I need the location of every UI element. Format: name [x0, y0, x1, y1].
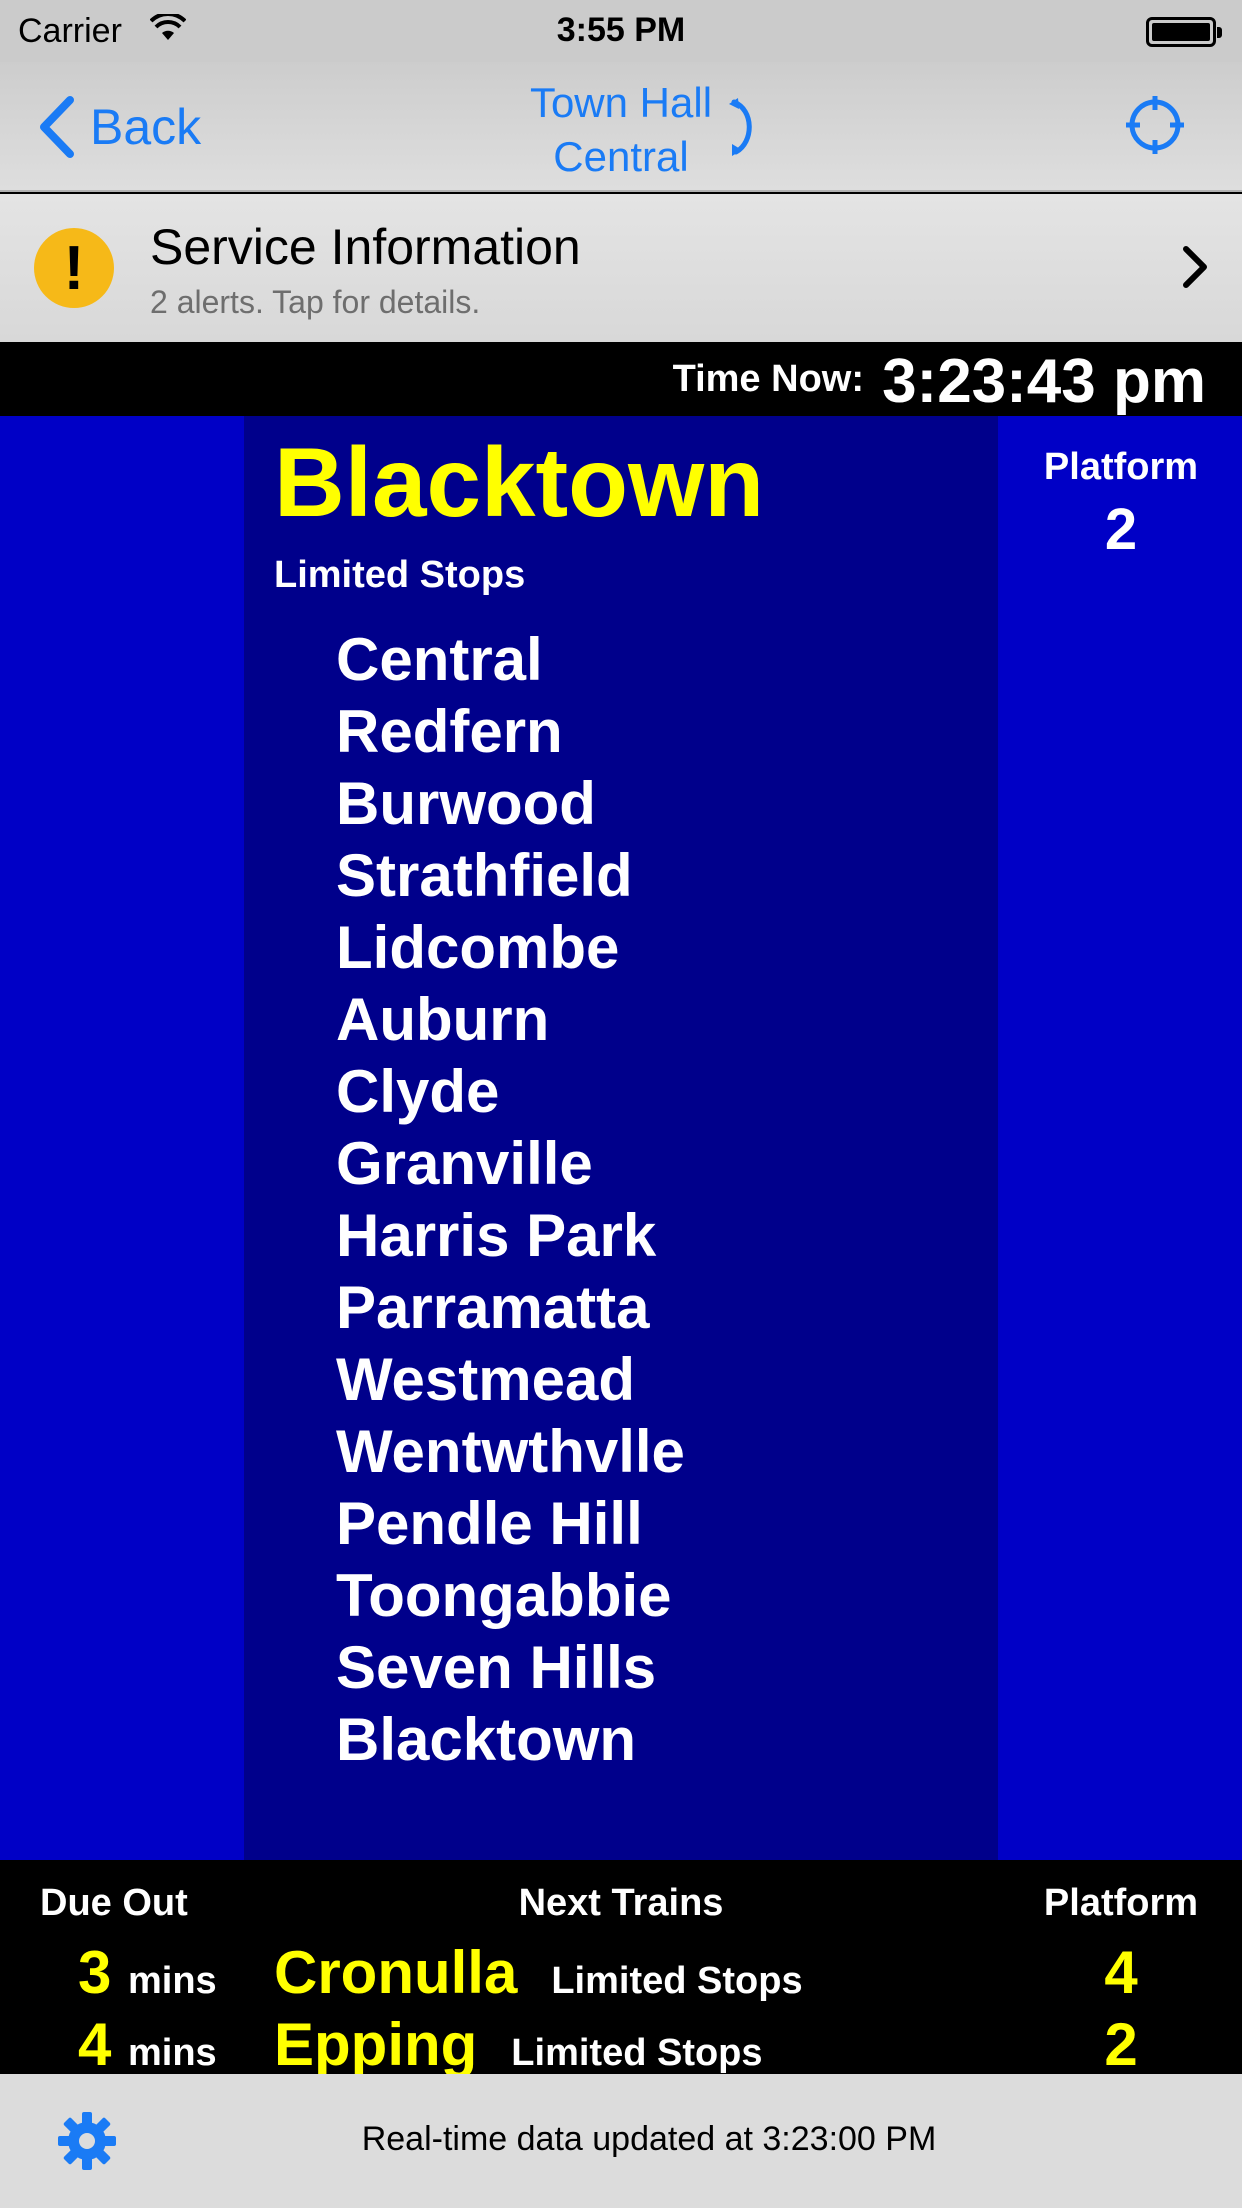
time-now-strip: Time Now: 3:23:43 pm: [0, 342, 1242, 416]
next-train-row: 3 mins Cronulla Limited Stops 4: [0, 1938, 1242, 2010]
stop-item: Wentwthvlle: [336, 1418, 685, 1485]
service-information-row[interactable]: ! Service Information 2 alerts. Tap for …: [0, 194, 1242, 342]
stop-item: Westmead: [336, 1346, 636, 1413]
time-now-value: 3:23:43 pm: [882, 347, 1206, 416]
stop-item: Clyde: [336, 1058, 500, 1125]
platform-header: Platform: [1043, 1882, 1199, 1924]
stop-item: Parramatta: [336, 1274, 650, 1341]
platform-label: Platform: [1043, 446, 1199, 488]
train-platform: 2: [1104, 2011, 1138, 2078]
stop-item: Pendle Hill: [336, 1490, 643, 1557]
due-minutes: 4: [78, 2011, 112, 2078]
due-unit: mins: [128, 1960, 217, 2002]
stop-item: Blacktown: [336, 1706, 637, 1773]
last-updated-text: Real-time data updated at 3:23:00 PM: [361, 2120, 937, 2158]
train-service-type: Limited Stops: [511, 2032, 763, 2074]
stop-item: Burwood: [336, 770, 596, 837]
bottom-toolbar: Real-time data updated at 3:23:00 PM: [0, 2074, 1242, 2208]
next-trains-panel: Due Out Next Trains Platform 3 mins Cron…: [0, 1860, 1242, 2078]
due-minutes: 3: [78, 1939, 112, 2006]
chevron-right-icon: [1183, 246, 1207, 288]
stop-item: Lidcombe: [336, 914, 620, 981]
due-unit: mins: [128, 2032, 217, 2074]
status-bar: Carrier 3:55 PM: [0, 0, 1242, 62]
time-now-label: Time Now:: [672, 358, 864, 400]
route-origin: Town Hall: [529, 79, 713, 126]
platform-number: 2: [1104, 497, 1138, 562]
next-train-row: 4 mins Epping Limited Stops 2: [0, 2010, 1242, 2082]
stop-item: Strathfield: [336, 842, 633, 909]
train-destination: Cronulla: [274, 1939, 518, 2006]
stop-item: Seven Hills: [336, 1634, 657, 1701]
next-train-destination: Blacktown: [274, 427, 765, 537]
stop-item: Central: [336, 626, 543, 693]
battery-icon: [1146, 17, 1222, 47]
stop-item: Harris Park: [336, 1202, 657, 1269]
departure-board: Blacktown Limited Stops Central Redfern Bu…: [0, 416, 1242, 1860]
train-service-type: Limited Stops: [551, 1960, 803, 2002]
train-platform: 4: [1104, 1939, 1138, 2006]
stop-item: Auburn: [336, 986, 550, 1053]
train-destination: Epping: [274, 2011, 478, 2078]
status-time: 3:55 PM: [556, 11, 686, 49]
service-info-subtitle: 2 alerts. Tap for details.: [150, 284, 481, 320]
warning-icon: !: [34, 228, 114, 308]
route-title[interactable]: Town Hall Central: [0, 76, 1242, 184]
swap-direction-icon[interactable]: [728, 96, 762, 160]
stop-item: Granville: [336, 1130, 593, 1197]
next-train-service-type: Limited Stops: [274, 554, 526, 596]
route-destination: Central: [553, 133, 689, 180]
nav-bar: Back Town Hall Central: [0, 62, 1242, 192]
locate-icon[interactable]: [1124, 94, 1186, 156]
stop-item: Redfern: [336, 698, 563, 765]
service-info-title: Service Information: [150, 219, 581, 275]
stop-item: Toongabbie: [336, 1562, 672, 1629]
stops-list: Central Redfern Burwood Strathfield Lidcombe…: [336, 624, 685, 1776]
